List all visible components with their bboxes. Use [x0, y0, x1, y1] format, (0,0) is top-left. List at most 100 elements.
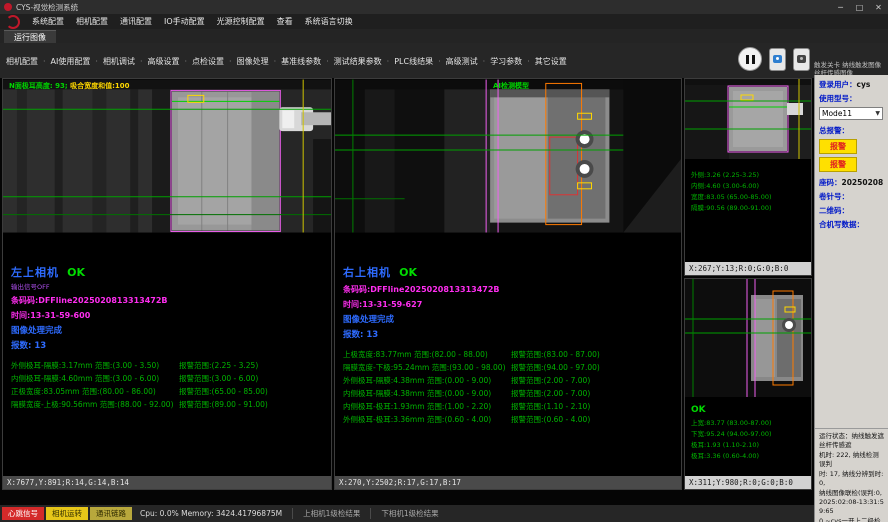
heartbeat-indicator: 心跳信号 [2, 507, 44, 520]
tool-other-settings[interactable]: 其它设置 [522, 56, 567, 67]
batch-code-value: 20250208 [842, 178, 884, 187]
total-alarm-label: 总报警： [819, 126, 849, 135]
measure-row: 隔膜宽度-下极:95.24mm 范围:(93.00 - 98.00)报警范围:(… [343, 362, 681, 375]
model-label: 使用型号： [819, 94, 857, 103]
camera-left-title: 左上相机 [11, 264, 59, 280]
barcode-right: 条码码:DFFline2025020813313472B [343, 284, 681, 295]
cpu-memory-readout: Cpu: 0.0% Memory: 3424.41796875M [140, 509, 282, 518]
title-bar: CYS-视觉检测系统 ─ □ ✕ [0, 0, 888, 14]
measure-row: 上极宽度:83.77mm 范围:(82.00 - 88.00)报警范围:(83.… [343, 349, 681, 362]
model-select[interactable]: Mode11 ▼ [819, 107, 883, 120]
menu-view[interactable]: 查看 [277, 16, 293, 27]
tool-baseline-params[interactable]: 基准线参数 [269, 56, 322, 67]
app-icon [4, 3, 12, 11]
thumb-top-measures: 外侧:3.26 (2.25-3.25) 内侧:4.60 (3.00-6.00) … [685, 163, 811, 213]
measure-row: 内侧极耳-隔膜:4.38mm 范围:(0.00 - 9.00)报警范围:(2.0… [343, 388, 681, 401]
barcode-left: 条码码:DFFline2025020813313472B [11, 295, 331, 306]
alarm-badge-2[interactable]: 报警 [819, 157, 857, 172]
cursor-readout-thumb-bottom: X:311;Y:980;R:0;G:0;B:0 [685, 476, 811, 489]
tool-plc-results[interactable]: PLC线结果 [382, 56, 433, 67]
count-left: 报数: 13 [11, 339, 331, 351]
menu-language[interactable]: 系统语言切换 [305, 16, 353, 27]
qr-code-label: 二维码： [819, 206, 849, 215]
camera-b-toggle-button[interactable] [793, 48, 810, 71]
menu-light-control[interactable]: 光源控制配置 [217, 16, 265, 27]
minimize-button[interactable]: ─ [831, 0, 850, 14]
camera-panel-left: N面极耳高度: 93; 吸合宽度和值:100 左上相机 OK 输出信号OFF 条… [2, 78, 332, 490]
process-status-left: 图像处理完成 [11, 324, 331, 336]
camera-run-indicator: 相机运转 [46, 507, 88, 520]
brand-logo-icon [6, 15, 20, 29]
runtime-info-block: 运行状态：纳线触发遮 丝杆传感遮 机时: 222, 纳线检测误判 时: 17, … [815, 428, 888, 522]
count-right: 报数: 13 [343, 328, 681, 340]
thumb-panel-top: 外侧:3.26 (2.25-3.25) 内侧:4.60 (3.00-6.00) … [684, 78, 812, 276]
thumb-bottom-status: OK [685, 401, 811, 417]
camera-a-icon [773, 55, 782, 63]
overlay-ai-model: AI检测模型 [493, 82, 529, 90]
alarm-badge-1[interactable]: 报警 [819, 139, 857, 154]
menu-io-manual[interactable]: IO手动配置 [164, 16, 205, 27]
process-status-right: 图像处理完成 [343, 313, 681, 325]
thumb-panel-bottom: OK 上宽:83.77 (83.00-87.00) 下宽:95.24 (94.0… [684, 278, 812, 490]
measure-row: 外侧极耳-隔膜:3.17mm 范围:(3.00 - 3.50)报警范围:(2.2… [11, 360, 331, 373]
camera-b-icon [797, 55, 806, 63]
tab-strip: 运行图像 [0, 29, 888, 43]
tool-advanced-test[interactable]: 高级测试 [433, 56, 478, 67]
camera-panel-right: AI检测模型 右上相机 OK 条码码:DFFline20250208133134… [334, 78, 682, 490]
side-panel: 登录用户：cys 使用型号： Mode11 ▼ 总报警： 报警 报警 座码：20… [814, 75, 888, 522]
menu-comm-config[interactable]: 通讯配置 [120, 16, 152, 27]
camera-image-right[interactable] [335, 79, 681, 233]
tab-run-image[interactable]: 运行图像 [4, 30, 56, 44]
lower-camera-result: 下相机1级检结果 [370, 508, 438, 519]
measure-row: 外侧极耳-隔膜:4.38mm 范围:(0.00 - 9.00)报警范围:(2.0… [343, 375, 681, 388]
menu-camera-config[interactable]: 相机配置 [76, 16, 108, 27]
login-user-value: cys [857, 80, 871, 89]
cursor-readout-thumb-top: X:267;Y:13;R:0;G:0;B:0 [685, 262, 811, 275]
time-right: 时间:13-31-59-627 [343, 299, 681, 310]
toolbar: 相机配置 AI使用配置 相机调试 高级设置 点检设置 图像处理 基准线参数 测试… [0, 43, 888, 78]
menu-system-config[interactable]: 系统配置 [32, 16, 64, 27]
tool-camera-config[interactable]: 相机配置 [6, 56, 38, 67]
measure-row: 正极宽度:83.05mm 范围:(80.00 - 86.00)报警范围:(65.… [11, 386, 331, 399]
thumb-feed-top[interactable] [685, 79, 811, 163]
comm-link-indicator: 通讯链路 [90, 507, 132, 520]
camera-image-left[interactable] [3, 79, 331, 233]
camera-a-toggle-button[interactable] [769, 48, 786, 71]
time-left: 时间:13-31-59-600 [11, 310, 331, 321]
close-button[interactable]: ✕ [869, 0, 888, 14]
app-window: CYS-视觉检测系统 ─ □ ✕ 系统配置 相机配置 通讯配置 IO手动配置 光… [0, 0, 888, 522]
tool-learn-params[interactable]: 学习参数 [478, 56, 523, 67]
tool-advanced-settings[interactable]: 高级设置 [135, 56, 180, 67]
menu-bar: 系统配置 相机配置 通讯配置 IO手动配置 光源控制配置 查看 系统语言切换 [0, 14, 888, 29]
needle-no-label: 卷针号： [819, 192, 849, 201]
overlay-measure-left: N面极耳高度: 93; [9, 82, 68, 90]
tool-test-result-params[interactable]: 测试结果参数 [321, 56, 382, 67]
tool-spot-check[interactable]: 点检设置 [179, 56, 224, 67]
cursor-readout-left: X:7677,Y:891;R:14,G:14,B:14 [3, 476, 331, 489]
tool-ai-config[interactable]: AI使用配置 [38, 56, 90, 67]
camera-right-title: 右上相机 [343, 264, 391, 280]
measure-row: 内侧极耳-隔膜:4.60mm 范围:(3.00 - 6.00)报警范围:(3.0… [11, 373, 331, 386]
thumb-image-top[interactable] [685, 79, 811, 159]
tool-camera-debug[interactable]: 相机调试 [90, 56, 135, 67]
measure-row: 隔膜宽度-上极:90.56mm 范围:(88.00 - 92.00)报警范围:(… [11, 399, 331, 412]
thumb-image-bottom[interactable] [685, 279, 811, 397]
result-block-left: 左上相机 OK 输出信号OFF 条码码:DFFline2025020813313… [3, 237, 331, 412]
camera-left-status: OK [67, 266, 85, 279]
chevron-down-icon: ▼ [875, 110, 880, 117]
camera-feed-left[interactable]: N面极耳高度: 93; 吸合宽度和值:100 [3, 79, 331, 237]
thumb-feed-bottom[interactable] [685, 279, 811, 401]
login-user-label: 登录用户： [819, 80, 857, 89]
batch-code-label: 座码： [819, 178, 842, 187]
status-bar: 心跳信号 相机运转 通讯链路 Cpu: 0.0% Memory: 3424.41… [0, 505, 814, 522]
camera-right-status: OK [399, 266, 417, 279]
upper-camera-result: 上相机1级检结果 [292, 508, 360, 519]
window-title: CYS-视觉检测系统 [16, 2, 78, 13]
camera-feed-right[interactable]: AI检测模型 [335, 79, 681, 237]
write-data-label: 合机写数据： [819, 220, 864, 229]
tool-image-process[interactable]: 图像处理 [224, 56, 269, 67]
output-note: 输出信号OFF [11, 281, 331, 291]
thumb-bottom-measures: 上宽:83.77 (83.00-87.00) 下宽:95.24 (94.00-9… [685, 417, 811, 461]
pause-button[interactable] [738, 47, 762, 71]
maximize-button[interactable]: □ [850, 0, 869, 14]
